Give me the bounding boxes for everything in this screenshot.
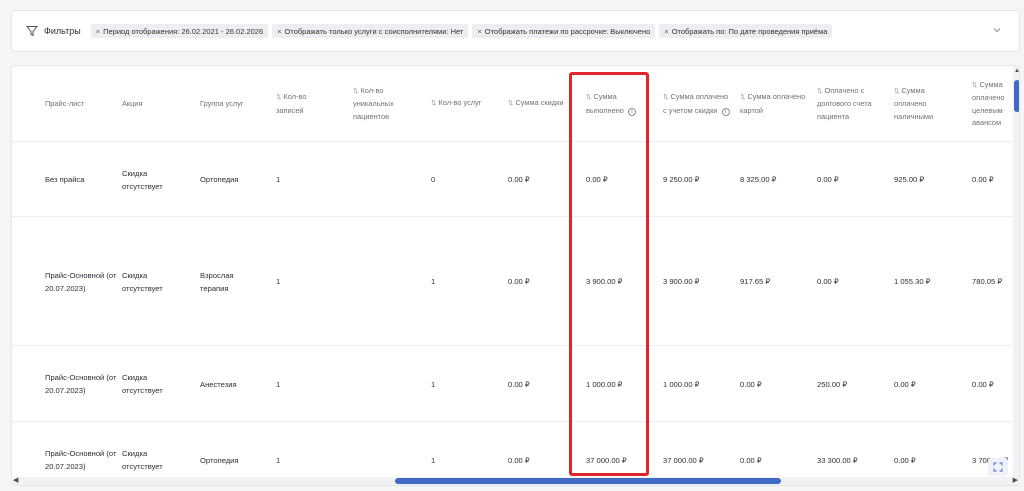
header-paid-advance[interactable]: ⇅ Сумма оплачено целевым авансом xyxy=(972,66,1014,142)
header-unique-patients[interactable]: ⇅ Кол-во уникальных пациентов xyxy=(353,66,411,142)
header-paid-from-debt[interactable]: ⇅ Оплачено с долгового счета пациента xyxy=(817,66,887,142)
header-paid-cash[interactable]: ⇅ Сумма оплачено наличными xyxy=(894,66,950,142)
scroll-right-icon[interactable]: ▶ xyxy=(1013,476,1018,484)
header-service-group[interactable]: Группа услуг xyxy=(200,66,272,142)
header-promotion[interactable]: Акция xyxy=(122,66,194,142)
horizontal-scroll-thumb[interactable] xyxy=(395,478,781,484)
header-records-count[interactable]: ⇅ Кол-во записей xyxy=(276,66,332,142)
info-icon[interactable]: i xyxy=(627,107,636,116)
vertical-scrollbar[interactable]: ▲ ▼ xyxy=(1013,66,1019,485)
filter-chip-installments[interactable]: × Отображать платежи по рассрочке: Выключ… xyxy=(472,24,656,38)
chip-remove-icon[interactable]: × xyxy=(96,27,100,36)
filter-chip-coexecutors[interactable]: × Отображать только услуги с соисполнител… xyxy=(272,24,469,38)
header-discount-sum[interactable]: ⇅ Сумма скидки xyxy=(508,66,564,142)
chip-remove-icon[interactable]: × xyxy=(477,27,481,36)
header-price-list[interactable]: Прайс-лист xyxy=(45,66,117,142)
report-table: Прайс-лист Акция Группа услуг ⇅ Кол-во за… xyxy=(11,65,1020,486)
header-performed-sum[interactable]: ⇅ Сумма выполнено i xyxy=(586,66,644,142)
sort-icon[interactable]: ⇅ xyxy=(431,100,436,107)
filter-chip-period[interactable]: × Период отображения: 26.02.2021 - 26.02.… xyxy=(90,24,269,38)
sort-icon[interactable]: ⇅ xyxy=(817,88,822,95)
scroll-left-icon[interactable]: ◀ xyxy=(13,476,18,484)
table-row[interactable]: Без прайса Скидка отсутствует Ортопедия … xyxy=(12,142,1012,217)
chip-remove-icon[interactable]: × xyxy=(664,27,668,36)
vertical-scroll-thumb[interactable] xyxy=(1014,80,1019,112)
sort-icon[interactable]: ⇅ xyxy=(586,94,591,101)
header-paid-with-discount[interactable]: ⇅ Сумма оплачено с учетом скидки i xyxy=(663,66,731,142)
expand-icon[interactable] xyxy=(988,458,1008,476)
funnel-icon[interactable] xyxy=(26,25,38,37)
sort-icon[interactable]: ⇅ xyxy=(353,88,358,95)
sort-icon[interactable]: ⇅ xyxy=(508,100,513,107)
header-services-count[interactable]: ⇅ Кол-во услуг xyxy=(431,66,503,142)
sort-icon[interactable]: ⇅ xyxy=(663,94,668,101)
sort-icon[interactable]: ⇅ xyxy=(972,82,977,89)
chip-remove-icon[interactable]: × xyxy=(277,27,281,36)
table-row[interactable]: Прайс-Основной (от 20.07.2023) Скидка от… xyxy=(12,217,1012,346)
table-header-row: Прайс-лист Акция Группа услуг ⇅ Кол-во за… xyxy=(12,66,1012,142)
header-paid-by-card[interactable]: ⇅ Сумма оплачено картой xyxy=(740,66,808,142)
filter-chip-display-by[interactable]: × Отображать по: По дате проведения приём… xyxy=(659,24,833,38)
sort-icon[interactable]: ⇅ xyxy=(894,88,899,95)
filters-bar: Фильтры × Период отображения: 26.02.2021 … xyxy=(11,10,1020,52)
info-icon[interactable]: i xyxy=(721,107,730,116)
horizontal-scrollbar[interactable]: ◀ ▶ xyxy=(11,477,1020,485)
scroll-up-icon[interactable]: ▲ xyxy=(1014,68,1019,74)
sort-icon[interactable]: ⇅ xyxy=(740,94,745,101)
filters-title[interactable]: Фильтры xyxy=(44,26,81,36)
chevron-down-icon[interactable] xyxy=(993,25,1001,35)
sort-icon[interactable]: ⇅ xyxy=(276,94,281,101)
table-row[interactable]: Прайс-Основной (от 20.07.2023) Скидка от… xyxy=(12,346,1012,422)
